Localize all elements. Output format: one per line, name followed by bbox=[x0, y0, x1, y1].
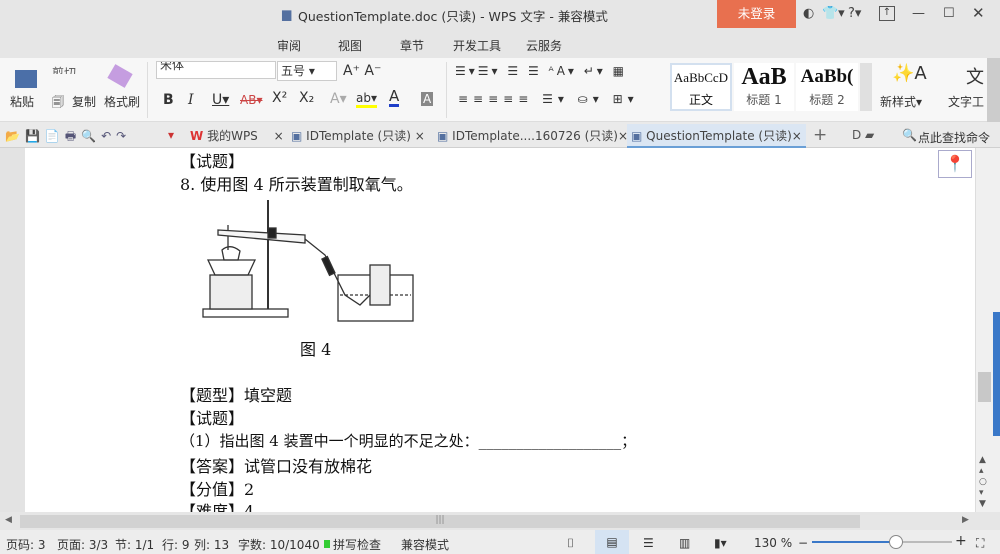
ribbon-scroll-right[interactable] bbox=[987, 58, 1000, 122]
compat-mode: 兼容模式 bbox=[401, 538, 450, 552]
search-icon: 🔍 bbox=[902, 128, 917, 142]
status-row: 行: 9 bbox=[162, 538, 190, 552]
shirt-icon[interactable]: 👕▾ bbox=[822, 6, 845, 21]
strikethrough-button[interactable]: AB▾ bbox=[240, 93, 262, 107]
doc-line: 8. 使用图 4 所示装置制取氧气。 bbox=[180, 175, 413, 194]
pin-ribbon-icon[interactable]: ↑ bbox=[879, 6, 895, 21]
minimize-button[interactable]: — bbox=[912, 6, 925, 21]
char-shading-icon[interactable]: A bbox=[421, 92, 434, 106]
status-pages: 页面: 3/3 bbox=[57, 538, 109, 552]
side-panel-toggle[interactable] bbox=[993, 312, 1000, 436]
status-section: 节: 1/1 bbox=[115, 538, 155, 552]
paste-button[interactable]: 粘贴 bbox=[10, 93, 34, 110]
command-search-input[interactable]: 点此查找命令 bbox=[918, 129, 990, 146]
status-col: 列: 13 bbox=[194, 538, 230, 552]
style-heading-1[interactable]: AaB 标题 1 bbox=[734, 63, 794, 111]
spell-check-button[interactable]: 拼写检查 bbox=[333, 536, 381, 553]
grow-font-icon[interactable]: A⁺ A⁻ bbox=[343, 63, 381, 79]
zoom-level[interactable]: 130 % bbox=[754, 536, 792, 550]
scroll-right-icon[interactable]: ▶ bbox=[962, 515, 969, 525]
doc-line: 【题型】填空题 bbox=[180, 386, 293, 405]
new-style-icon: ✨A bbox=[892, 63, 927, 84]
doc-line: 【分值】2 bbox=[180, 480, 255, 499]
web-view-icon[interactable]: ▥ bbox=[679, 536, 690, 550]
tab-my-wps[interactable]: W 我的WPS × bbox=[186, 124, 288, 148]
doc-line: 【试题】 bbox=[180, 409, 245, 428]
menu-cloud[interactable]: 云服务 bbox=[526, 37, 562, 54]
new-tab-button[interactable]: + bbox=[813, 125, 827, 145]
menu-chapter[interactable]: 章节 bbox=[400, 37, 424, 54]
doc-line: 【试题】 bbox=[180, 152, 245, 171]
style-normal[interactable]: AaBbCcD 正文 bbox=[670, 63, 732, 111]
status-words[interactable]: 字数: 10/1040 bbox=[238, 536, 320, 553]
style-scroll[interactable] bbox=[860, 63, 872, 111]
doc-line: （1）指出图 4 装置中一个明显的不足之处：__________________… bbox=[180, 432, 637, 450]
font-select[interactable]: 宋体 bbox=[156, 61, 276, 79]
list-icons[interactable]: ☰▾☰▾ ☰ ☰ ᴬA▾ ↵▾ ▦ bbox=[455, 64, 627, 78]
status-page-no: 页码: 3 bbox=[6, 538, 46, 552]
doc-line: 【难度】4 bbox=[180, 502, 255, 512]
menu-review[interactable]: 审阅 bbox=[277, 37, 301, 54]
page-nav-icons[interactable]: ▲ ▴ ○ ▾ ▼ bbox=[979, 455, 987, 510]
maximize-button[interactable]: ☐ bbox=[943, 6, 955, 21]
underline-button[interactable]: U▾ bbox=[212, 92, 229, 108]
align-icons[interactable]: ≡≡≡≡≡ ☰▾ ⛀▾ ⊞▾ bbox=[458, 92, 639, 106]
font-size-select[interactable]: 五号 ▾ bbox=[277, 61, 337, 81]
zoom-out-button[interactable]: − bbox=[798, 536, 808, 550]
format-painter-button[interactable]: 格式刷 bbox=[104, 93, 140, 110]
vertical-scroll-thumb[interactable] bbox=[978, 372, 991, 402]
zoom-slider[interactable] bbox=[812, 541, 952, 543]
italic-button[interactable]: I bbox=[188, 92, 194, 108]
zoom-in-button[interactable]: + bbox=[955, 533, 967, 549]
fullscreen-view-icon[interactable]: ⌷ bbox=[567, 536, 574, 551]
tab-idtemplate-160726[interactable]: ▣ IDTemplate....160726 (只读)× bbox=[433, 124, 632, 148]
outline-view-icon[interactable]: ☰ bbox=[643, 536, 654, 550]
close-button[interactable]: ✕ bbox=[972, 4, 985, 22]
location-icon[interactable]: 📍 bbox=[938, 150, 972, 178]
highlight-icon[interactable]: ab▾ bbox=[356, 91, 377, 108]
window-title: QuestionTemplate.doc (只读) - WPS 文字 - 兼容模… bbox=[298, 9, 608, 24]
figure-caption: 图 4 bbox=[300, 340, 332, 359]
menu-view[interactable]: 视图 bbox=[338, 37, 362, 54]
menu-developer[interactable]: 开发工具 bbox=[453, 37, 501, 54]
customize-icon[interactable]: ▾ bbox=[168, 128, 174, 142]
copy-icon: 🗐 bbox=[52, 95, 64, 109]
scroll-left-icon[interactable]: ◀ bbox=[5, 515, 12, 525]
superscript-button[interactable]: X² bbox=[272, 90, 287, 106]
page-view-icon[interactable]: ▤ bbox=[595, 530, 629, 554]
text-effect-icon[interactable]: A▾ bbox=[330, 91, 347, 107]
tab-idtemplate[interactable]: ▣ IDTemplate (只读) × bbox=[287, 124, 429, 148]
quick-access-icons[interactable]: 📂💾📄🖶🔍↶↷ bbox=[5, 127, 131, 148]
bold-button[interactable]: B bbox=[163, 92, 174, 108]
help-icon[interactable]: ?▾ bbox=[848, 6, 861, 21]
zoom-slider-thumb[interactable] bbox=[889, 535, 903, 549]
copy-button[interactable]: 复制 bbox=[72, 93, 96, 110]
horizontal-scroll-thumb[interactable]: ||| bbox=[20, 515, 860, 528]
fit-window-icon[interactable]: ⛶ bbox=[976, 536, 984, 551]
paste-icon bbox=[15, 70, 37, 88]
login-button[interactable]: 未登录 bbox=[717, 0, 796, 28]
text-tools-button[interactable]: 文字工 bbox=[948, 93, 984, 110]
skin-icon[interactable]: ◐ bbox=[803, 6, 814, 21]
cut-button[interactable]: 剪切 bbox=[52, 64, 76, 74]
doc-icon: ▆ bbox=[282, 7, 292, 21]
font-color-icon[interactable]: A bbox=[389, 88, 400, 107]
document-page[interactable] bbox=[25, 148, 975, 512]
style-heading-2[interactable]: AaBb(标题 2 bbox=[796, 63, 858, 111]
spell-check-indicator bbox=[324, 540, 330, 548]
subscript-button[interactable]: X₂ bbox=[299, 90, 314, 106]
tab-questiontemplate[interactable]: ▣ QuestionTemplate (只读)× bbox=[627, 124, 806, 148]
doc-line: 【答案】试管口没有放棉花 bbox=[180, 457, 373, 476]
new-style-button[interactable]: 新样式▾ bbox=[880, 93, 922, 110]
reading-view-icon[interactable]: ▮▾ bbox=[714, 536, 727, 550]
doc-icon[interactable]: D ▰ bbox=[852, 128, 874, 142]
apparatus-figure bbox=[202, 200, 414, 322]
text-tools-icon: 文 bbox=[966, 67, 984, 88]
